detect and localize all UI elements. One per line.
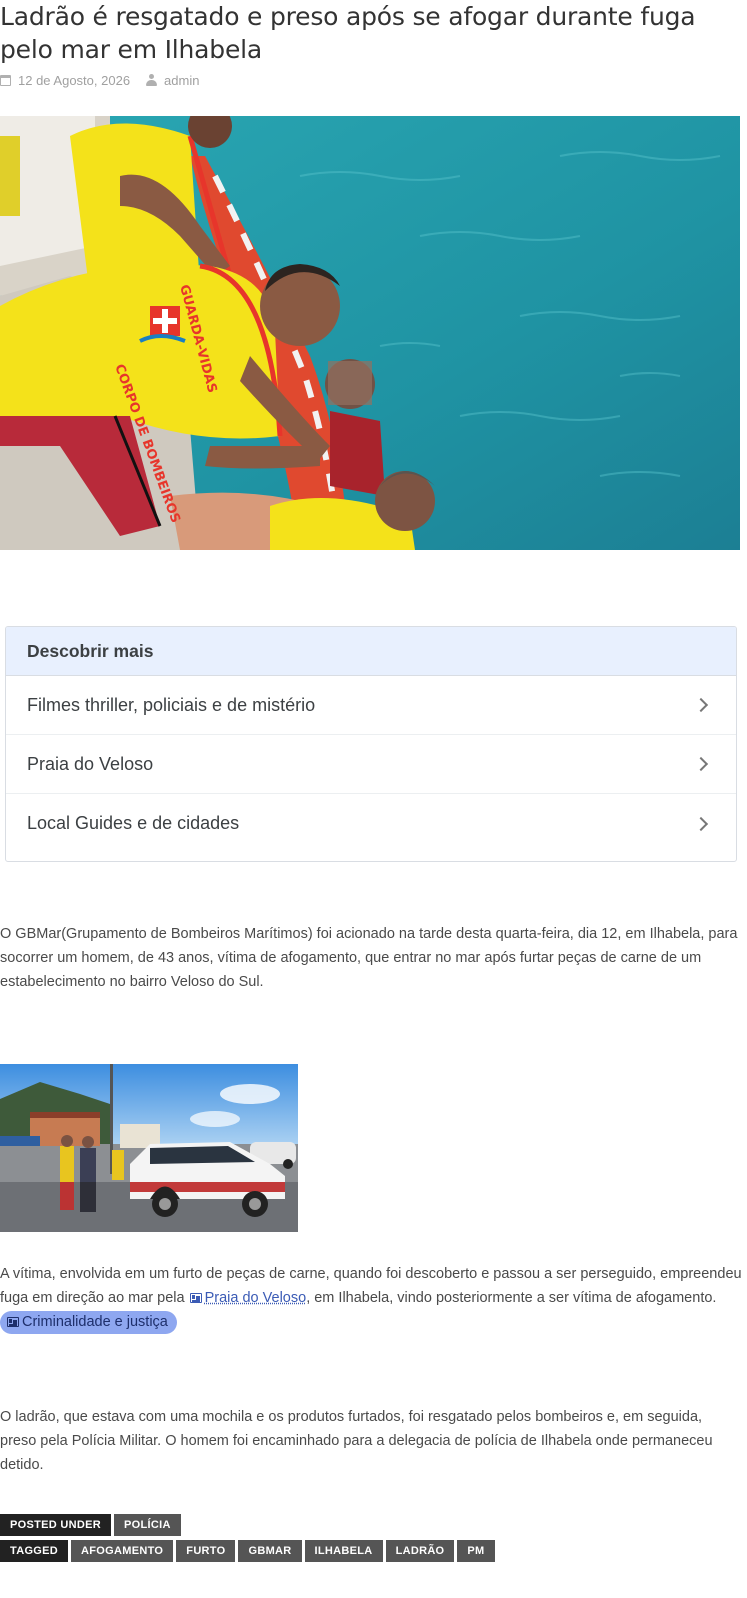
discover-item-label: Local Guides e de cidades [27, 813, 240, 833]
tag-ladrao[interactable]: LADRÃO [385, 1540, 455, 1562]
posted-under-label: POSTED UNDER [0, 1514, 111, 1536]
article-title: Ladrão é resgatado e preso após se afoga… [0, 2, 696, 64]
tagged-label: TAGGED [0, 1540, 69, 1562]
discover-item-label: Praia do Veloso [27, 753, 154, 774]
paragraph-text: , em Ilhabela, vindo posteriormente a se… [306, 1290, 717, 1306]
chevron-right-icon [693, 756, 709, 772]
tag-ilhabela[interactable]: ILHABELA [304, 1540, 383, 1562]
discover-item-praia-do-veloso[interactable]: Praia do Veloso [6, 735, 736, 794]
tagged-row: TAGGED AFOGAMENTO FURTO GBMAR ILHABELA L… [0, 1540, 495, 1562]
post-date[interactable]: 12 de Agosto, 2026 [18, 73, 130, 88]
praia-do-veloso-link[interactable]: Praia do Veloso [205, 1290, 307, 1306]
chip-label: Criminalidade e justiça [22, 1314, 168, 1330]
document-icon [189, 1293, 202, 1303]
discover-more-panel: Descobrir mais Filmes thriller, policiai… [5, 626, 737, 862]
tag-afogamento[interactable]: AFOGAMENTO [71, 1540, 174, 1562]
criminalidade-e-justica-chip[interactable]: Criminalidade e justiça [0, 1311, 177, 1334]
posted-under-row: POSTED UNDER POLÍCIA [0, 1514, 181, 1536]
calendar-icon [0, 74, 11, 86]
article-paragraph-3: O ladrão, que estava com uma mochila e o… [0, 1409, 713, 1473]
chevron-right-icon [693, 697, 709, 713]
discover-heading: Descobrir mais [6, 627, 736, 676]
discover-item-local-guides[interactable]: Local Guides e de cidades [6, 794, 736, 853]
article-image-police-car [0, 1064, 298, 1232]
post-meta: 12 de Agosto, 2026 admin [0, 70, 199, 90]
document-icon [7, 1317, 19, 1327]
article-paragraph-1: O GBMar(Grupamento de Bombeiros Marítimo… [0, 926, 738, 990]
discover-item-label: Filmes thriller, policiais e de mistério [27, 694, 316, 715]
tag-pm[interactable]: PM [457, 1540, 495, 1562]
category-policia[interactable]: POLÍCIA [114, 1514, 181, 1536]
user-icon [146, 74, 158, 86]
discover-item-filmes[interactable]: Filmes thriller, policiais e de mistério [6, 676, 736, 735]
tag-gbmar[interactable]: GBMAR [238, 1540, 302, 1562]
post-author[interactable]: admin [164, 73, 199, 88]
tag-furto[interactable]: FURTO [176, 1540, 236, 1562]
hero-image-lifeguards-rescue: CORPO DE BOMBEIROS GUARDA-VIDAS [0, 116, 740, 550]
chevron-right-icon [693, 816, 709, 831]
article-paragraph-2: A vítima, envolvida em um furto de peças… [0, 1262, 742, 1334]
